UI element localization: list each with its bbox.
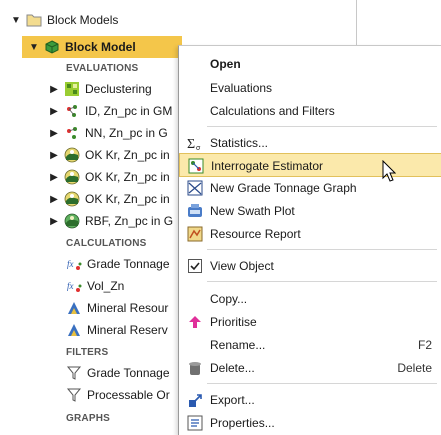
- tree-node-rbf[interactable]: ▶ RBF, Zn_pc in G: [48, 210, 173, 232]
- collapsed-triangle-icon[interactable]: ▶: [48, 172, 60, 183]
- collapsed-triangle-icon[interactable]: ▶: [48, 106, 60, 117]
- id-estimator-icon: [64, 103, 80, 119]
- menu-item-view-object[interactable]: View Object: [179, 254, 441, 278]
- tree-node-vol-zn[interactable]: fx Vol_Zn: [62, 275, 124, 297]
- menu-item-rename[interactable]: Rename... F2: [179, 333, 441, 357]
- calculation-icon: fx: [66, 278, 82, 294]
- tree-node-declustering[interactable]: ▶ Declustering: [48, 78, 152, 100]
- svg-text:Σ: Σ: [187, 137, 195, 151]
- folder-icon: [26, 12, 42, 28]
- tree-node-label: Block Models: [47, 13, 119, 27]
- prioritise-arrow-up-icon: [187, 314, 203, 330]
- section-header-evaluations: EVALUATIONS: [66, 62, 139, 74]
- block-model-icon: [44, 39, 60, 55]
- tree-node-grade-tonnage-calc[interactable]: fx Grade Tonnage: [62, 253, 170, 275]
- collapsed-triangle-icon[interactable]: ▶: [48, 216, 60, 227]
- svg-text:fx: fx: [67, 281, 74, 291]
- menu-item-export[interactable]: Export...: [179, 388, 441, 412]
- collapsed-triangle-icon[interactable]: ▶: [48, 128, 60, 139]
- resource-report-icon: [187, 226, 203, 242]
- expanded-triangle-icon[interactable]: ▼: [10, 15, 22, 26]
- section-header-calculations: CALCULATIONS: [66, 237, 147, 249]
- kriging-icon: [64, 191, 80, 207]
- tree-node-mineral-resource[interactable]: Mineral Resour: [62, 297, 168, 319]
- menu-item-prioritise[interactable]: Prioritise: [179, 310, 441, 334]
- category-icon: [66, 322, 82, 338]
- svg-text:fx: fx: [67, 259, 74, 269]
- section-header-filters: FILTERS: [66, 346, 109, 358]
- tree-node-grade-tonnage-filter[interactable]: Grade Tonnage: [62, 362, 170, 384]
- nn-estimator-icon: [64, 125, 80, 141]
- menu-item-calculations-and-filters[interactable]: Calculations and Filters: [179, 99, 441, 123]
- tree-node-ok-kriging-3[interactable]: ▶ OK Kr, Zn_pc in: [48, 188, 170, 210]
- expanded-triangle-icon[interactable]: ▼: [28, 42, 40, 53]
- statistics-icon: Σσ: [187, 135, 203, 151]
- delete-shortcut: Delete: [397, 361, 432, 375]
- filter-icon: [66, 387, 82, 403]
- tree-node-ok-kriging-1[interactable]: ▶ OK Kr, Zn_pc in: [48, 144, 170, 166]
- menu-separator: [207, 281, 437, 282]
- checkbox-checked-icon[interactable]: [187, 258, 203, 274]
- declustering-icon: [64, 81, 80, 97]
- menu-item-open[interactable]: Open: [179, 52, 441, 76]
- menu-separator: [207, 383, 437, 384]
- menu-item-evaluations[interactable]: Evaluations: [179, 76, 441, 100]
- menu-item-copy[interactable]: Copy...: [179, 287, 441, 311]
- tree-node-label: Block Model: [65, 40, 136, 54]
- menu-item-new-grade-tonnage-graph[interactable]: New Grade Tonnage Graph: [179, 176, 441, 200]
- tree-node-nn-estimator[interactable]: ▶ NN, Zn_pc in G: [48, 122, 168, 144]
- menu-item-statistics[interactable]: Σσ Statistics...: [179, 131, 441, 155]
- menu-item-interrogate-estimator[interactable]: Interrogate Estimator: [179, 153, 441, 177]
- tree-node-mineral-reserve[interactable]: Mineral Reserv: [62, 319, 168, 341]
- rename-shortcut: F2: [417, 338, 432, 352]
- kriging-icon: [64, 169, 80, 185]
- menu-item-properties[interactable]: Properties...: [179, 411, 441, 435]
- interrogate-estimator-icon: [188, 158, 204, 174]
- collapsed-triangle-icon[interactable]: ▶: [48, 194, 60, 205]
- svg-text:σ: σ: [196, 145, 201, 151]
- export-icon: [187, 392, 203, 408]
- swath-plot-icon: [187, 203, 203, 219]
- tree-node-ok-kriging-2[interactable]: ▶ OK Kr, Zn_pc in: [48, 166, 170, 188]
- tree-node-id-estimator[interactable]: ▶ ID, Zn_pc in GM: [48, 100, 172, 122]
- menu-item-new-swath-plot[interactable]: New Swath Plot: [179, 199, 441, 223]
- rbf-icon: [64, 213, 80, 229]
- menu-separator: [207, 126, 437, 127]
- trash-icon: [187, 360, 203, 376]
- collapsed-triangle-icon[interactable]: ▶: [48, 84, 60, 95]
- grade-tonnage-graph-icon: [187, 180, 203, 196]
- tree-node-block-model[interactable]: ▼ Block Model: [22, 36, 182, 58]
- tree-node-processable-ore-filter[interactable]: Processable Or: [62, 384, 170, 406]
- menu-item-resource-report[interactable]: Resource Report: [179, 222, 441, 246]
- menu-item-delete[interactable]: Delete... Delete: [179, 356, 441, 380]
- kriging-icon: [64, 147, 80, 163]
- section-header-graphs: GRAPHS: [66, 412, 110, 424]
- tree-node-block-models[interactable]: ▼ Block Models: [10, 9, 118, 31]
- properties-icon: [187, 415, 203, 431]
- category-icon: [66, 300, 82, 316]
- filter-icon: [66, 365, 82, 381]
- mouse-pointer-icon: [382, 159, 397, 185]
- collapsed-triangle-icon[interactable]: ▶: [48, 150, 60, 161]
- menu-separator: [207, 249, 437, 250]
- context-menu: Open Evaluations Calculations and Filter…: [178, 45, 441, 435]
- calculation-icon: fx: [66, 256, 82, 272]
